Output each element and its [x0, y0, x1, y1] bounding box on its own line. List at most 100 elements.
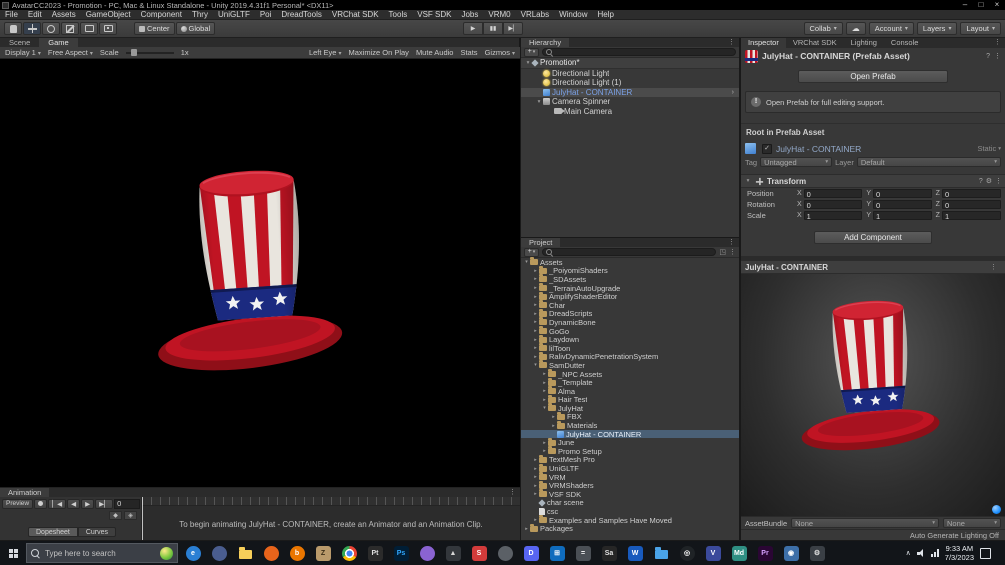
foldout-icon[interactable]: ▾ — [523, 259, 530, 265]
network-icon[interactable] — [931, 549, 939, 557]
hierarchy-searchbox[interactable] — [542, 48, 736, 56]
scale-y-field[interactable]: 1 — [873, 211, 932, 220]
tab-project[interactable]: Project — [521, 238, 560, 247]
edge-icon[interactable]: e — [181, 542, 205, 564]
menu-gameobject[interactable]: GameObject — [81, 10, 136, 19]
component-menu-icon[interactable]: ⋮ — [995, 177, 1002, 185]
foldout-icon[interactable]: ▸ — [532, 285, 539, 291]
assetbundle-variant-dropdown[interactable]: None — [943, 518, 1001, 528]
project-item[interactable]: ▸Alma — [521, 387, 739, 396]
step-button[interactable]: ▶▏ — [503, 22, 523, 35]
foldout-icon[interactable]: ▸ — [541, 371, 548, 377]
project-item[interactable]: char scene — [521, 499, 739, 508]
project-item[interactable]: ▸Examples and Samples Have Moved — [521, 516, 739, 525]
project-item[interactable]: ▸AmplifyShaderEditor — [521, 292, 739, 301]
project-item[interactable]: ▾SamDutter — [521, 361, 739, 370]
project-item[interactable]: ▾Assets — [521, 258, 739, 267]
menu-vrlabs[interactable]: VRLabs — [516, 10, 554, 19]
create-asset-button[interactable]: + — [524, 248, 539, 257]
red-s-app-icon[interactable]: S — [467, 542, 491, 564]
hierarchy-item[interactable]: Directional Light — [521, 69, 739, 79]
project-item[interactable]: ▸DynamicBone — [521, 318, 739, 327]
project-search-input[interactable] — [554, 249, 712, 256]
foldout-icon[interactable]: ▸ — [541, 448, 548, 454]
menu-vrm0[interactable]: VRM0 — [483, 10, 515, 19]
lock-icon[interactable]: ⋮ — [729, 248, 736, 256]
project-item[interactable]: ▸_SDAssets — [521, 275, 739, 284]
premiere-icon[interactable]: Pr — [753, 542, 777, 564]
foldout-icon[interactable]: ▸ — [541, 397, 548, 403]
project-item[interactable]: ▸Hair Test — [521, 396, 739, 405]
foldout-icon[interactable]: ▸ — [532, 474, 539, 480]
open-prefab-arrow[interactable]: › — [732, 89, 737, 96]
foldout-icon[interactable]: ▸ — [532, 483, 539, 489]
frame-field[interactable] — [114, 499, 140, 509]
cloud-button[interactable]: ☁ — [846, 22, 866, 35]
firefox-icon[interactable] — [259, 542, 283, 564]
menu-vsf-sdk[interactable]: VSF SDK — [412, 10, 456, 19]
project-item[interactable]: ▸_PoiyomiShaders — [521, 267, 739, 276]
menu-help[interactable]: Help — [593, 10, 619, 19]
foldout-icon[interactable]: ▾ — [535, 99, 543, 105]
project-item[interactable]: ▸UniGLTF — [521, 464, 739, 473]
project-item[interactable]: JulyHat - CONTAINER — [521, 430, 739, 439]
create-object-button[interactable]: + — [524, 48, 539, 57]
start-button[interactable] — [0, 541, 26, 565]
play-button[interactable]: ▶ — [463, 22, 483, 35]
curves-button[interactable]: Curves — [78, 527, 116, 537]
taskbar-clock[interactable]: 9:33 AM 7/3/2023 — [945, 544, 974, 562]
menu-poi[interactable]: Poi — [255, 10, 277, 19]
tab-vrchat-sdk[interactable]: VRChat SDK — [786, 38, 844, 48]
tab-lighting[interactable]: Lighting — [844, 38, 884, 48]
move-tool-button[interactable] — [23, 22, 41, 35]
stats-toggle[interactable]: Stats — [460, 48, 477, 57]
maximize-on-play-toggle[interactable]: Maximize On Play — [349, 48, 409, 57]
project-item[interactable]: ▸VSF SDK — [521, 490, 739, 499]
foldout-icon[interactable]: ▸ — [532, 337, 539, 343]
display-dropdown[interactable]: Display 1 — [5, 48, 41, 57]
timeline-ruler[interactable] — [142, 497, 520, 506]
layer-dropdown[interactable]: Default — [857, 157, 1001, 167]
blue-status-dot[interactable] — [992, 505, 1001, 514]
foldout-icon[interactable]: ▸ — [532, 517, 539, 523]
menu-thry[interactable]: Thry — [187, 10, 213, 19]
hierarchy-item[interactable]: ▾Camera Spinner — [521, 97, 739, 107]
purple-app-icon[interactable] — [415, 542, 439, 564]
hierarchy-item[interactable]: ▾Promotion* — [521, 58, 739, 69]
project-item[interactable]: ▸DreadScripts — [521, 310, 739, 319]
foldout-icon[interactable]: ▸ — [523, 526, 530, 532]
add-event-button[interactable]: ◈ — [124, 511, 137, 520]
project-item[interactable]: ▸Promo Setup — [521, 447, 739, 456]
project-item[interactable]: ▸Laydown — [521, 335, 739, 344]
substance-sampler-icon[interactable]: Sa — [597, 542, 621, 564]
preview-toggle[interactable]: Preview — [2, 499, 33, 509]
project-item[interactable]: ▸_TerrainAutoUpgrade — [521, 284, 739, 293]
aspect-dropdown[interactable]: Free Aspect — [48, 48, 93, 57]
project-item[interactable]: ▸June — [521, 438, 739, 447]
tab-animation[interactable]: Animation — [0, 488, 49, 497]
menu-edit[interactable]: Edit — [23, 10, 47, 19]
mute-audio-toggle[interactable]: Mute Audio — [416, 48, 454, 57]
scale-tool-button[interactable] — [61, 22, 79, 35]
foldout-icon[interactable]: ▸ — [532, 268, 539, 274]
zbrush-icon[interactable]: Z — [311, 542, 335, 564]
ms-store-icon[interactable]: ⊞ — [545, 542, 569, 564]
scale-slider-knob[interactable] — [131, 49, 137, 56]
menu-dreadtools[interactable]: DreadTools — [276, 10, 326, 19]
project-item[interactable]: ▸RalivDynamicPenetrationSystem — [521, 353, 739, 362]
tab-inspector[interactable]: Inspector — [741, 38, 786, 48]
onedrive-icon[interactable] — [649, 542, 673, 564]
next-key-button[interactable]: ▶▏ — [95, 499, 113, 509]
foldout-icon[interactable]: ▸ — [532, 302, 539, 308]
foldout-icon[interactable]: ▸ — [532, 345, 539, 351]
marvelous-designer-icon[interactable]: Md — [727, 542, 751, 564]
vrchat-icon[interactable]: V — [701, 542, 725, 564]
scale-slider[interactable] — [126, 52, 174, 54]
foldout-icon[interactable]: ▾ — [744, 178, 752, 184]
panel-menu-icon[interactable]: ⋮ — [994, 38, 1005, 48]
pivot-toggle-button[interactable]: Center — [134, 22, 175, 35]
tag-dropdown[interactable]: Untagged — [760, 157, 832, 167]
dark-app-icon[interactable]: ▲ — [441, 542, 465, 564]
foldout-icon[interactable]: ▸ — [550, 414, 557, 420]
tab-game[interactable]: Game — [39, 38, 77, 47]
